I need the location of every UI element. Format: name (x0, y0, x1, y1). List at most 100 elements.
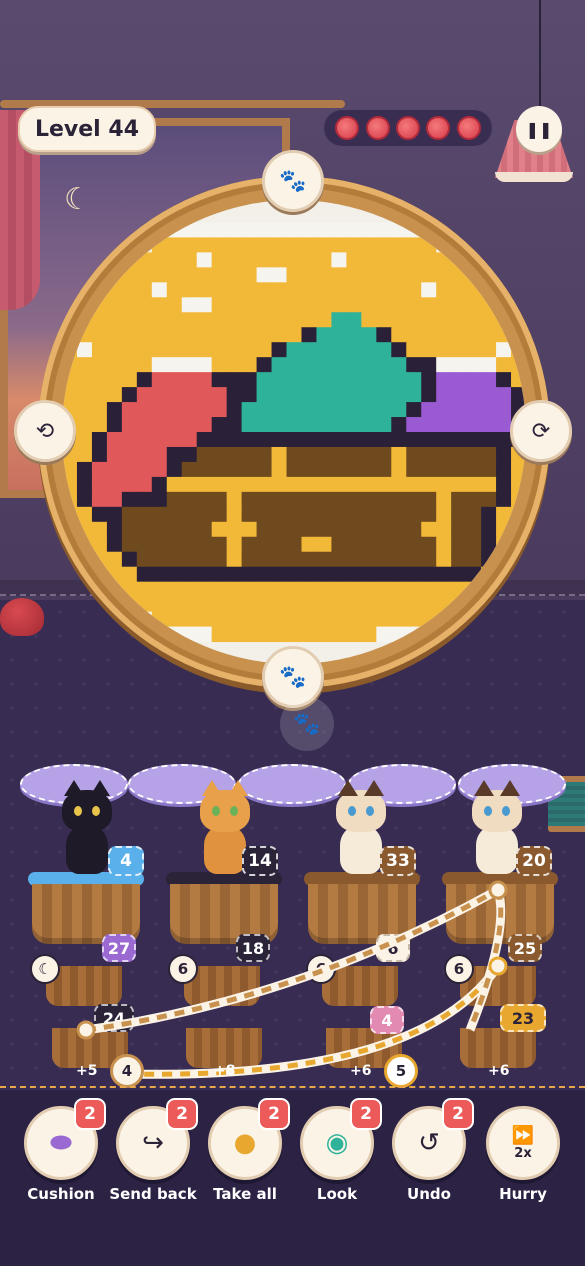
stitch-cell (271, 357, 288, 373)
stitch-cell (166, 312, 183, 328)
stitch-cell (136, 551, 153, 568)
stitch-cell (166, 536, 183, 553)
stitch-cell (211, 506, 228, 523)
stitch-cell (376, 491, 392, 508)
stitch-cell (196, 476, 213, 493)
stitch-cell (106, 461, 123, 478)
stitch-cell (421, 372, 437, 388)
stitch-cell (181, 297, 198, 313)
stitch-cell (271, 491, 288, 508)
stitch-cell (391, 297, 407, 313)
stitch-cell (256, 342, 273, 358)
hoop-knob-left[interactable]: ⟲ (14, 400, 76, 462)
stitch-cell (226, 506, 243, 523)
stitch-cell (331, 611, 347, 628)
stitch-cell (196, 372, 213, 388)
send-back-tool-badge: 2 (166, 1098, 198, 1130)
stitch-cell (436, 342, 452, 358)
stitch-cell (136, 521, 153, 538)
stitch-cell (391, 476, 407, 493)
stitch-cell (406, 417, 422, 433)
stitch-cell (241, 342, 258, 358)
stitch-cell (361, 536, 377, 553)
stitch-cell (91, 387, 108, 403)
stitch-cell (286, 476, 302, 493)
stitch-cell (301, 626, 317, 643)
stitch-cell (181, 446, 198, 463)
stitch-cell (181, 357, 198, 373)
chain-node[interactable]: 5 (384, 1054, 418, 1088)
stitch-cell (391, 237, 407, 253)
cushion-tool-label: Cushion (27, 1185, 95, 1203)
hurry-tool-label: Hurry (499, 1185, 547, 1203)
hoop-knob-right[interactable]: ⟳ (510, 400, 572, 462)
stitch-cell (436, 357, 452, 373)
stitch-cell (406, 491, 422, 508)
stitch-cell (316, 282, 332, 298)
stitch-cell (346, 581, 362, 598)
stitch-cell (166, 252, 183, 268)
undo-tool-label: Undo (407, 1185, 451, 1203)
stitch-cell (151, 402, 168, 418)
stitch-cell (451, 506, 467, 523)
stitch-cell (151, 432, 168, 448)
stitch-cell (391, 461, 407, 478)
stitch-cell (376, 342, 392, 358)
stitch-cell (331, 506, 347, 523)
stitch-cell (196, 521, 213, 538)
stitch-cell (76, 417, 93, 433)
stitch-cell (376, 581, 392, 598)
stitch-cell (391, 581, 407, 598)
stitch-cell (301, 312, 317, 328)
fast-forward-icon: ⏩ (511, 1125, 535, 1146)
stitch-cell (331, 596, 347, 613)
stitch-cell (481, 312, 497, 328)
stitch-cell (256, 267, 273, 283)
stitch-cell (181, 342, 198, 358)
stitch-cell (241, 566, 258, 583)
stitch-cell (226, 282, 243, 298)
chain-node[interactable]: 4 (110, 1054, 144, 1088)
stitch-cell (106, 432, 123, 448)
stitch-cell (451, 551, 467, 568)
stitch-cell (196, 312, 213, 328)
stitch-cell (241, 222, 258, 238)
stitch-cell (241, 461, 258, 478)
stitch-cell (271, 402, 288, 418)
stitch-cell (166, 432, 183, 448)
stitch-cell (346, 312, 362, 328)
stitch-cell (346, 387, 362, 403)
stitch-cell (376, 297, 392, 313)
stitch-cell (436, 402, 452, 418)
stitch-cell (256, 491, 273, 508)
stitch-cell (316, 626, 332, 643)
stitch-cell (136, 327, 153, 343)
stitch-cell (301, 327, 317, 343)
stitch-cell (301, 342, 317, 358)
stitch-cell (451, 566, 467, 583)
stitch-cell (211, 566, 228, 583)
hurry-tool-button[interactable]: ⏩ 2x (486, 1106, 560, 1180)
stitch-cell (301, 521, 317, 538)
stitch-cell (241, 417, 258, 433)
pause-button[interactable]: ❚❚ (516, 106, 562, 152)
stitch-cell (226, 432, 243, 448)
stitch-cell (301, 611, 317, 628)
stitch-cell (391, 596, 407, 613)
stitch-cell (406, 461, 422, 478)
stitch-cell (226, 476, 243, 493)
stitch-cell (121, 282, 138, 298)
stitch-cell (346, 551, 362, 568)
stitch-cell (271, 417, 288, 433)
hoop-knob-top[interactable]: 🐾 (262, 150, 324, 212)
stitch-cell (421, 446, 437, 463)
stitch-cell (316, 222, 332, 238)
plus-value: +8 (214, 1063, 236, 1079)
stitch-cell (481, 417, 497, 433)
stitch-cell (361, 387, 377, 403)
stitch-cell (361, 372, 377, 388)
stitch-cell (316, 372, 332, 388)
stitch-cell (91, 476, 108, 493)
stitch-cell (271, 267, 288, 283)
stitch-cell (136, 372, 153, 388)
